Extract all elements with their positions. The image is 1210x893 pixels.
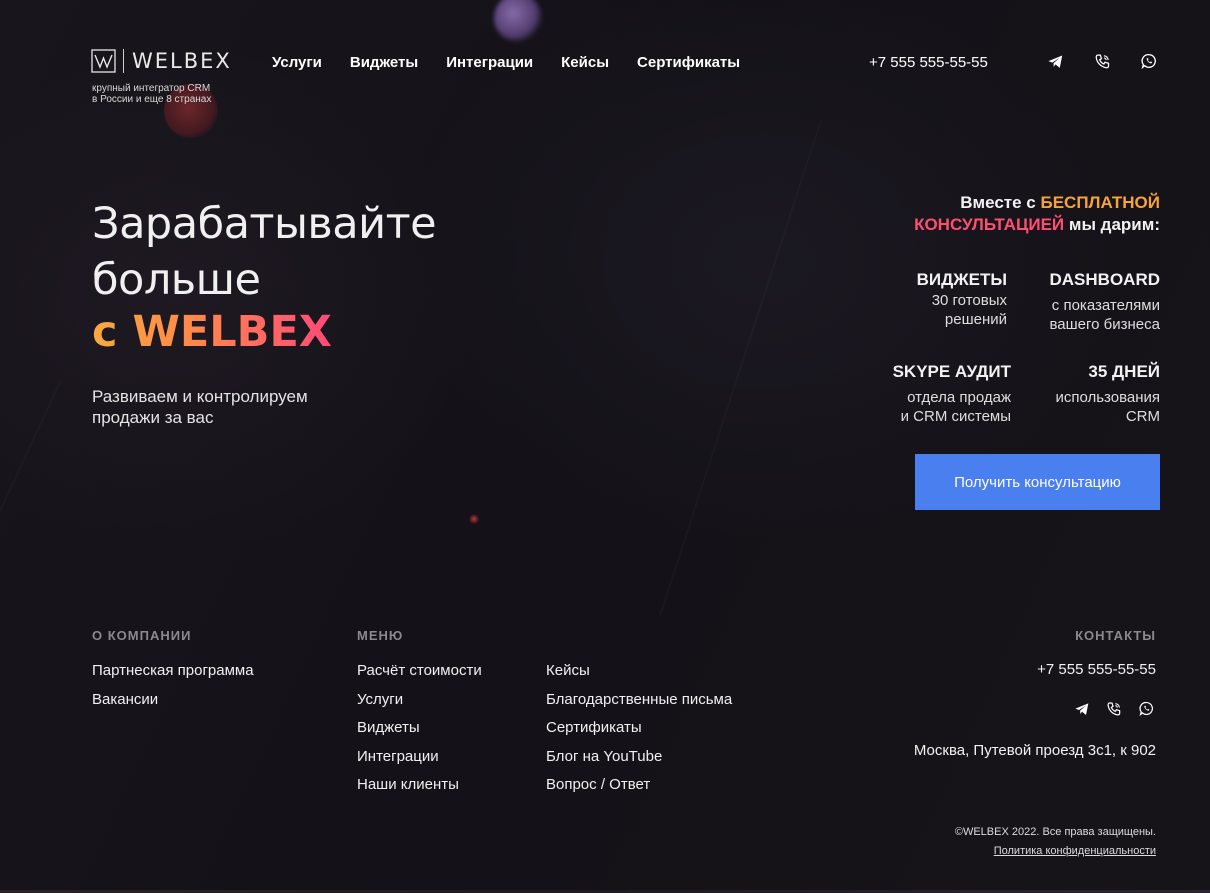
footer-link-cases[interactable]: Кейсы <box>546 661 732 690</box>
footer-menu-col2: Кейсы Благодарственные письма Сертификат… <box>546 661 732 804</box>
offer-desc-line: 30 готовых <box>931 292 1007 309</box>
footer-link-price[interactable]: Расчёт стоимости <box>357 661 482 690</box>
offer-heading: Вместе с БЕСПЛАТНОЙ КОНСУЛЬТАЦИЕЙ мы дар… <box>914 192 1160 236</box>
offer-desc-line: с показателями <box>1051 297 1160 314</box>
hero-subtitle: Развиваем и контролируем продажи за вас <box>92 386 372 428</box>
header-phone-link[interactable]: +7 555 555-55-55 <box>869 54 988 71</box>
hero-title-line: Зарабатывайте <box>92 199 437 249</box>
footer-copyright: ©WELBEX 2022. Все права защищены. <box>954 826 1156 838</box>
hero-title-line: больше <box>92 255 261 305</box>
logo-tagline: крупный интегратор CRM в России и еще 8 … <box>92 83 232 105</box>
welbex-logo-icon <box>91 49 116 73</box>
whatsapp-icon[interactable] <box>1141 53 1157 74</box>
offer-heading-highlight: БЕСПЛАТНОЙ <box>1040 193 1160 212</box>
footer-link-certificates[interactable]: Сертификаты <box>546 718 732 747</box>
offer-item-title: SKYPE АУДИТ <box>892 362 1011 381</box>
main-nav: Услуги Виджеты Интеграции Кейсы Сертифик… <box>272 54 768 71</box>
offer-item-widgets: ВИДЖЕТЫ 30 готовых решений <box>917 270 1007 329</box>
site-header: WELBEX крупный интегратор CRM в России и… <box>0 0 1210 120</box>
whatsapp-icon[interactable] <box>1139 701 1154 721</box>
offer-item-desc: с показателями вашего бизнеса <box>1050 296 1161 334</box>
offer-item-desc: отдела продаж и CRM системы <box>893 388 1011 426</box>
footer-link-widgets[interactable]: Виджеты <box>357 718 482 747</box>
footer-menu-col1: Расчёт стоимости Услуги Виджеты Интеграц… <box>357 661 482 804</box>
footer-link-youtube-blog[interactable]: Блог на YouTube <box>546 747 732 776</box>
offer-desc-line: CRM <box>1125 408 1160 425</box>
footer-link-clients[interactable]: Наши клиенты <box>357 775 482 804</box>
footer-link-partner-program[interactable]: Партнеская программа <box>92 661 254 690</box>
logo-text: WELBEX <box>132 49 232 73</box>
offer-desc-line: и CRM системы <box>900 408 1011 425</box>
decorative-red-dot <box>469 514 479 524</box>
offer-heading-text: Вместе с <box>960 193 1041 212</box>
phone-call-icon[interactable] <box>1106 701 1122 722</box>
footer-address: Москва, Путевой проезд 3с1, к 902 <box>913 742 1156 759</box>
footer-company-links: Партнеская программа Вакансии <box>92 661 254 718</box>
footer-link-faq[interactable]: Вопрос / Ответ <box>546 775 732 804</box>
offer-item-desc: 30 готовых решений <box>917 291 1007 329</box>
hero-brand-line: с WELBEX <box>92 304 332 360</box>
offer-heading-text: мы дарим: <box>1064 215 1160 234</box>
nav-link-services[interactable]: Услуги <box>272 54 322 71</box>
nav-link-cases[interactable]: Кейсы <box>561 54 609 71</box>
footer-contacts-heading: КОНТАКТЫ <box>1075 628 1156 643</box>
hero-title: Зарабатывайте больше <box>92 196 437 308</box>
get-consultation-button[interactable]: Получить консультацию <box>915 454 1160 510</box>
offer-item-skype-audit: SKYPE АУДИТ отдела продаж и CRM системы <box>893 362 1011 426</box>
hero-subtitle-line: продажи за вас <box>92 408 214 427</box>
logo-separator <box>123 49 124 73</box>
hero-subtitle-line: Развиваем и контролируем <box>92 387 308 406</box>
offer-item-title: 35 ДНЕЙ <box>1088 362 1160 381</box>
tagline-line: в России и еще 8 странах <box>92 94 212 105</box>
telegram-icon[interactable] <box>1047 53 1064 75</box>
footer-link-services[interactable]: Услуги <box>357 690 482 719</box>
privacy-policy-link[interactable]: Политика конфиденциальности <box>994 845 1156 857</box>
nav-link-certificates[interactable]: Сертификаты <box>637 54 740 71</box>
offer-item-dashboard: DASHBOARD с показателями вашего бизнеса <box>1050 270 1161 334</box>
footer-link-thank-you-letters[interactable]: Благодарственные письма <box>546 690 732 719</box>
offer-heading-highlight: КОНСУЛЬТАЦИЕЙ <box>914 215 1065 234</box>
offer-item-title: ВИДЖЕТЫ <box>916 270 1007 289</box>
offer-desc-line: вашего бизнеса <box>1049 316 1161 333</box>
footer-link-integrations[interactable]: Интеграции <box>357 747 482 776</box>
offer-item-title: DASHBOARD <box>1049 270 1161 289</box>
footer-link-vacancies[interactable]: Вакансии <box>92 690 254 719</box>
nav-link-integrations[interactable]: Интеграции <box>446 54 533 71</box>
telegram-icon[interactable] <box>1074 701 1090 722</box>
offer-grid: ВИДЖЕТЫ 30 готовых решений DASHBOARD с п… <box>890 270 1160 430</box>
footer-menu-heading: МЕНЮ <box>357 628 404 643</box>
offer-item-desc: использования CRM <box>1055 388 1160 426</box>
offer-item-35-days: 35 ДНЕЙ использования CRM <box>1055 362 1160 426</box>
offer-desc-line: отдела продаж <box>907 389 1011 406</box>
footer-phone-link[interactable]: +7 555 555-55-55 <box>1037 661 1156 678</box>
logo-link[interactable]: WELBEX <box>91 49 232 73</box>
tagline-line: крупный интегратор CRM <box>92 83 211 94</box>
offer-desc-line: решений <box>944 311 1007 328</box>
footer-company-heading: О КОМПАНИИ <box>92 628 192 643</box>
nav-link-widgets[interactable]: Виджеты <box>350 54 418 71</box>
offer-desc-line: использования <box>1055 389 1160 406</box>
phone-call-icon[interactable] <box>1094 53 1111 75</box>
